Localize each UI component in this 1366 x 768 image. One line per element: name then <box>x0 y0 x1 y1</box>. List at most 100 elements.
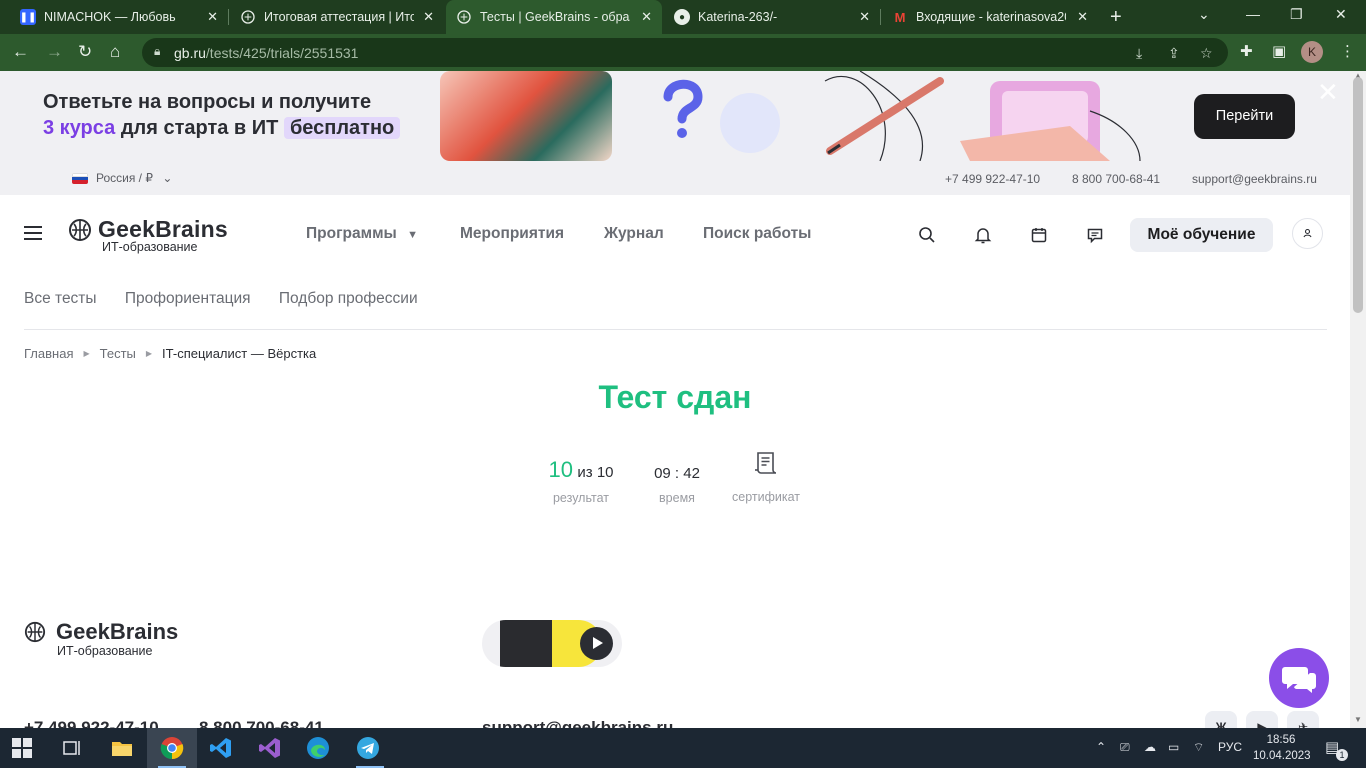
banner-art-computer <box>824 71 1141 161</box>
my-learning-button[interactable]: Моё обучение <box>1130 218 1273 252</box>
youtube-icon[interactable]: ▶ <box>1246 711 1278 728</box>
browser-tab-github[interactable]: ● Katerina-263/- ✕ <box>664 0 880 34</box>
windows-start-icon[interactable] <box>12 738 32 758</box>
nav-journal[interactable]: Журнал <box>604 225 664 243</box>
russia-flag-icon[interactable] <box>72 173 88 184</box>
hamburger-menu-icon[interactable] <box>24 226 42 240</box>
chrome-icon[interactable] <box>160 736 184 760</box>
browser-tab-tests[interactable]: Тесты | GeekBrains - образова ✕ <box>446 0 662 34</box>
vk-icon[interactable]: Ж <box>1205 711 1237 728</box>
breadcrumb-tests[interactable]: Тесты <box>100 346 136 361</box>
close-icon[interactable]: ✕ <box>641 9 652 25</box>
browser-tab-bar: ❚❚ NIMACHOK — Любовь ✕ Итоговая аттестац… <box>0 0 1366 34</box>
show-hidden-icons[interactable]: ⌃ <box>1096 740 1106 754</box>
certificate-stat[interactable]: сертификат <box>726 449 806 504</box>
home-icon[interactable]: ⌂ <box>110 42 120 62</box>
browser-tab-music[interactable]: ❚❚ NIMACHOK — Любовь ✕ <box>10 0 228 34</box>
wifi-icon[interactable]: ⌔ <box>1193 740 1204 755</box>
banner-go-button[interactable]: Перейти <box>1194 94 1295 139</box>
page-scrollbar[interactable]: ▲ ▼ <box>1350 71 1366 728</box>
reload-icon[interactable]: ↻ <box>78 42 92 62</box>
vscode-icon[interactable] <box>209 736 233 760</box>
banner-close-icon[interactable]: ✕ <box>1317 79 1339 105</box>
restore-icon[interactable]: ❐ <box>1290 6 1303 23</box>
footer-email[interactable]: support@geekbrains.ru <box>482 718 673 728</box>
support-chat-button[interactable] <box>1269 648 1329 708</box>
install-icon[interactable]: ⤓ <box>1136 45 1142 62</box>
certificate-icon[interactable] <box>752 449 780 477</box>
tab-search-icon[interactable]: ⌄ <box>1198 6 1210 23</box>
telegram-icon[interactable]: ✈ <box>1287 711 1319 728</box>
breadcrumb-home[interactable]: Главная <box>24 346 73 361</box>
bell-icon[interactable] <box>973 225 993 245</box>
meet-now-icon[interactable]: ⎚ <box>1120 740 1130 755</box>
promo-banner[interactable]: Ответьте на вопросы и получите 3 курса д… <box>0 71 1350 161</box>
taskbar-clock[interactable]: 18:56 10.04.2023 <box>1253 732 1311 764</box>
language-indicator[interactable]: РУС <box>1218 740 1242 754</box>
logo-subtitle: ИТ-образование <box>102 240 198 254</box>
browser-tab-gmail[interactable]: M Входящие - katerinasova2011 ✕ <box>882 0 1098 34</box>
share-icon[interactable]: ⇪ <box>1168 45 1180 62</box>
new-tab-button[interactable]: + <box>1110 6 1122 29</box>
scrollbar-thumb[interactable] <box>1353 77 1363 313</box>
bookmark-star-icon[interactable]: ☆ <box>1200 45 1213 62</box>
promo-video-button[interactable] <box>482 620 622 667</box>
banner-line-1: Ответьте на вопросы и получите <box>43 91 372 113</box>
score-stat: 10 из 10 результат <box>546 457 616 505</box>
footer-phone-1[interactable]: +7 499 922-47-10 <box>24 718 159 728</box>
close-icon[interactable]: ✕ <box>859 9 870 25</box>
time-value: 09 : 42 <box>654 465 700 482</box>
browser-tab-attestation[interactable]: Итоговая аттестация | Итоговая ✕ <box>230 0 444 34</box>
subnav-profession-selection[interactable]: Подбор профессии <box>279 290 418 307</box>
visual-studio-icon[interactable] <box>258 736 282 760</box>
clock-time: 18:56 <box>1266 734 1296 746</box>
subnav-all-tests[interactable]: Все тесты <box>24 290 97 307</box>
phone-link-1[interactable]: +7 499 922-47-10 <box>945 172 1040 186</box>
minimize-icon[interactable]: — <box>1246 6 1260 22</box>
time-caption: время <box>659 491 695 505</box>
menu-dots-icon[interactable]: ⋮ <box>1340 42 1355 60</box>
url-text[interactable]: gb.ru/tests/425/trials/2551531 <box>174 45 358 61</box>
tab-label: Итоговая аттестация | Итоговая <box>264 10 414 24</box>
file-explorer-icon[interactable] <box>110 736 134 760</box>
telegram-app-icon[interactable] <box>356 736 380 760</box>
support-email-link[interactable]: support@geekbrains.ru <box>1192 172 1317 186</box>
test-result-title: Тест сдан <box>598 379 752 415</box>
phone-link-2[interactable]: 8 800 700-68-41 <box>1072 172 1160 186</box>
geekbrains-logo-icon <box>24 621 46 643</box>
logo-name: GeekBrains <box>98 216 228 242</box>
back-icon[interactable]: ← <box>12 42 29 62</box>
banner-middle: для старта в ИТ <box>120 117 279 139</box>
search-icon[interactable] <box>917 225 937 245</box>
nav-programs[interactable]: Программы ▼ <box>306 225 418 243</box>
footer-phone-2[interactable]: 8 800 700-68-41 <box>199 718 324 728</box>
profile-avatar[interactable]: K <box>1301 41 1323 63</box>
subnav-career-guidance[interactable]: Профориентация <box>125 290 251 307</box>
gmail-icon: M <box>894 9 906 25</box>
close-icon[interactable]: ✕ <box>1077 9 1088 25</box>
region-selector[interactable]: Россия / ₽ ⌄ <box>96 171 172 185</box>
side-panel-icon[interactable]: ▣ <box>1272 42 1286 60</box>
tab-label: Katerina-263/- <box>698 10 778 24</box>
cloud-error-icon[interactable]: ☁︎ <box>1144 740 1156 754</box>
url-path: /tests/425/trials/2551531 <box>205 45 359 61</box>
lock-icon[interactable]: 🔒︎ <box>154 44 160 59</box>
scroll-down-icon[interactable]: ▼ <box>1354 715 1362 724</box>
close-icon[interactable]: ✕ <box>207 9 218 25</box>
score-caption: результат <box>552 491 609 505</box>
network-icon[interactable]: ▭ <box>1168 740 1179 754</box>
messages-icon[interactable] <box>1085 225 1105 245</box>
play-icon[interactable] <box>580 627 613 660</box>
close-icon[interactable]: ✕ <box>423 9 434 25</box>
user-account-button[interactable] <box>1292 218 1323 249</box>
nav-job-search[interactable]: Поиск работы <box>703 225 811 243</box>
window-close-icon[interactable]: ✕ <box>1335 6 1347 23</box>
edge-icon[interactable] <box>306 736 330 760</box>
nav-events[interactable]: Мероприятия <box>460 225 564 243</box>
calendar-icon[interactable] <box>1029 225 1049 245</box>
task-view-icon[interactable] <box>60 736 84 760</box>
address-bar[interactable]: 🔒︎ gb.ru/tests/425/trials/2551531 ⤓ ⇪ ☆ <box>142 38 1228 67</box>
extensions-icon[interactable]: ✚ <box>1240 42 1253 60</box>
forward-icon[interactable]: → <box>46 42 63 62</box>
banner-accent: 3 курса <box>43 117 116 139</box>
